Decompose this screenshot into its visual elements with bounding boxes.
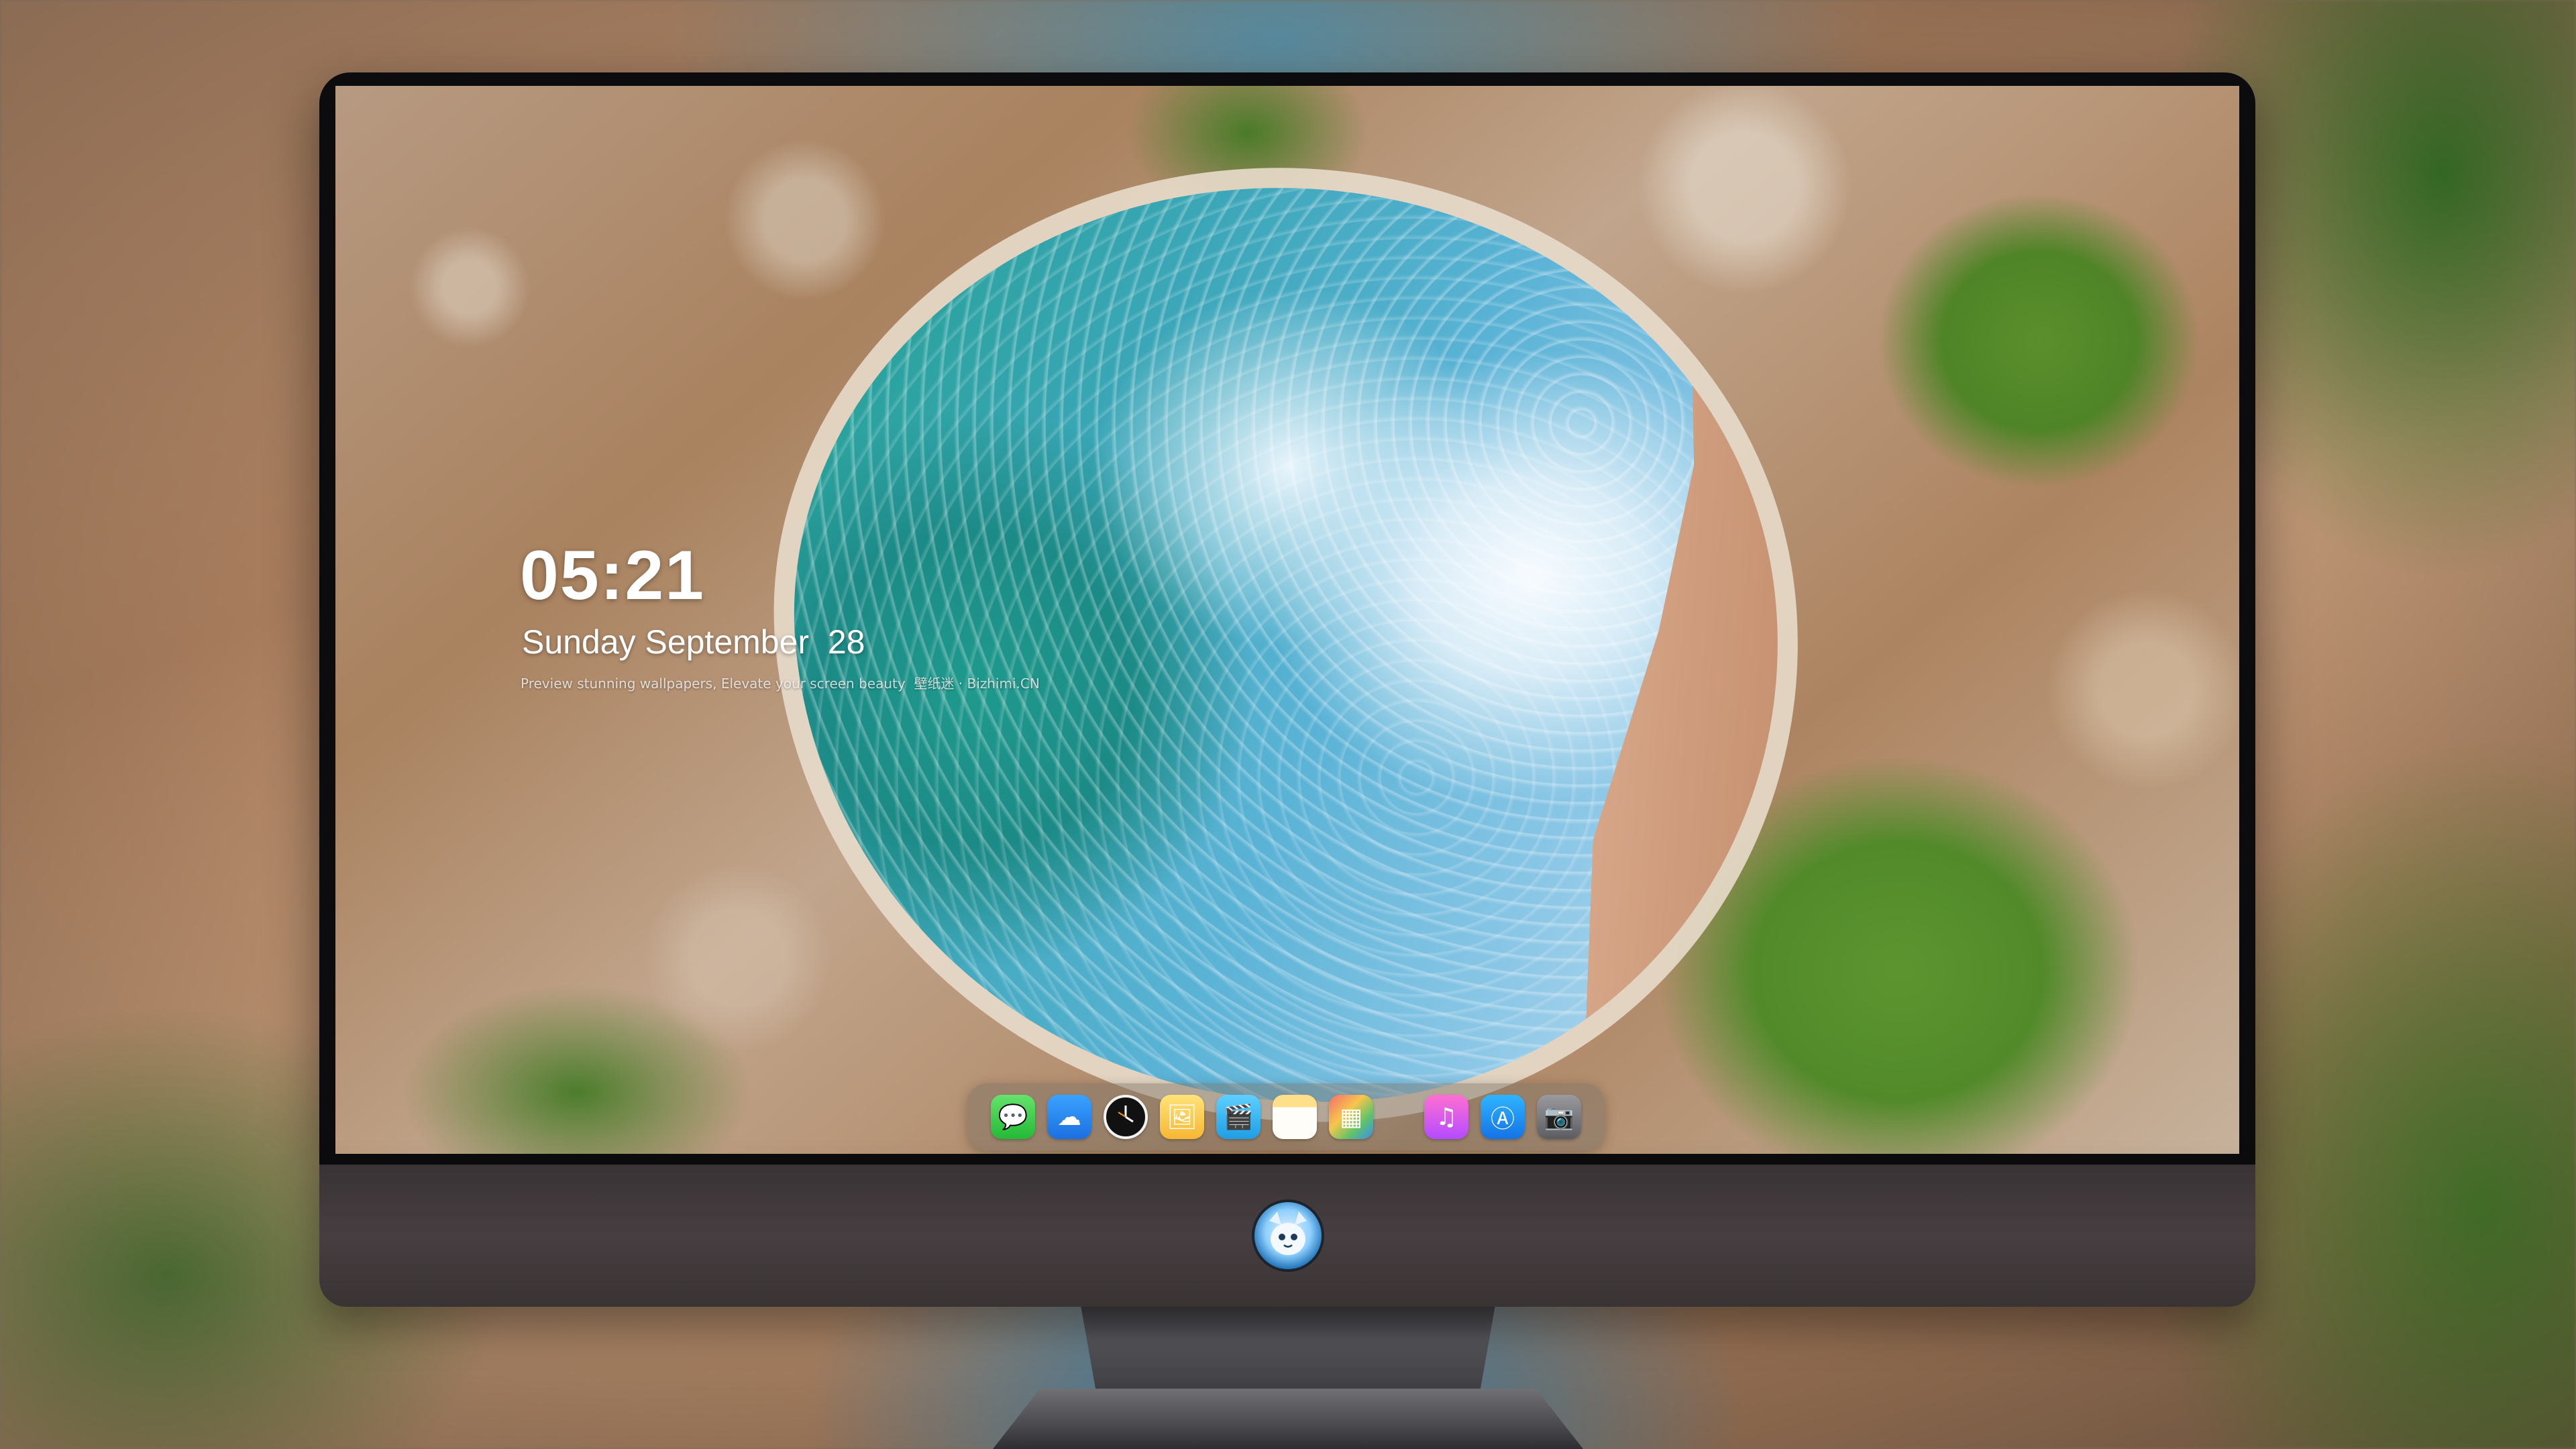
photos-icon[interactable]: ▦ bbox=[1329, 1095, 1373, 1139]
clock-icon[interactable] bbox=[1104, 1095, 1148, 1139]
clapperboard-icon[interactable]: 🎬 bbox=[1216, 1095, 1260, 1139]
weather-glyph: ☁ bbox=[1057, 1103, 1081, 1131]
app-dock: 💬 ☁ 🖼 🎬 ▦ ♫ Ⓐ 📷 bbox=[967, 1083, 1605, 1150]
mascot-face-icon bbox=[1269, 1212, 1307, 1255]
wallpaper-tagline: Preview stunning wallpapers, Elevate you… bbox=[521, 676, 1040, 692]
clapperboard-glyph: 🎬 bbox=[1223, 1104, 1254, 1131]
ocean-cove bbox=[753, 138, 1823, 1154]
photos-glyph: ▦ bbox=[1339, 1103, 1362, 1131]
app-store-glyph: Ⓐ bbox=[1490, 1106, 1515, 1133]
dock-separator bbox=[1385, 1095, 1412, 1139]
weather-icon[interactable]: ☁ bbox=[1047, 1095, 1091, 1139]
preview-icon[interactable]: 🖼 bbox=[1160, 1095, 1204, 1139]
monitor-stand-base bbox=[993, 1389, 1583, 1449]
music-glyph: ♫ bbox=[1435, 1103, 1458, 1131]
lock-screen-time: 05:21 bbox=[520, 537, 705, 614]
monitor-stand-neck bbox=[1080, 1301, 1496, 1395]
app-store-icon[interactable]: Ⓐ bbox=[1481, 1095, 1525, 1139]
lock-screen-date: Sunday September 28 bbox=[522, 623, 865, 661]
messages-icon[interactable]: 💬 bbox=[991, 1095, 1035, 1139]
preview-glyph: 🖼 bbox=[1167, 1104, 1197, 1131]
clock-face-icon bbox=[1118, 1106, 1134, 1123]
camera-glyph: 📷 bbox=[1544, 1104, 1574, 1131]
messages-glyph: 💬 bbox=[998, 1104, 1028, 1131]
music-note-icon[interactable]: ♫ bbox=[1424, 1095, 1468, 1139]
mascot-logo-icon bbox=[1254, 1202, 1322, 1269]
camera-icon[interactable]: 📷 bbox=[1537, 1095, 1581, 1139]
desktop-screen: 05:21 Sunday September 28 Preview stunni… bbox=[335, 86, 2239, 1154]
notes-icon[interactable] bbox=[1273, 1095, 1317, 1139]
